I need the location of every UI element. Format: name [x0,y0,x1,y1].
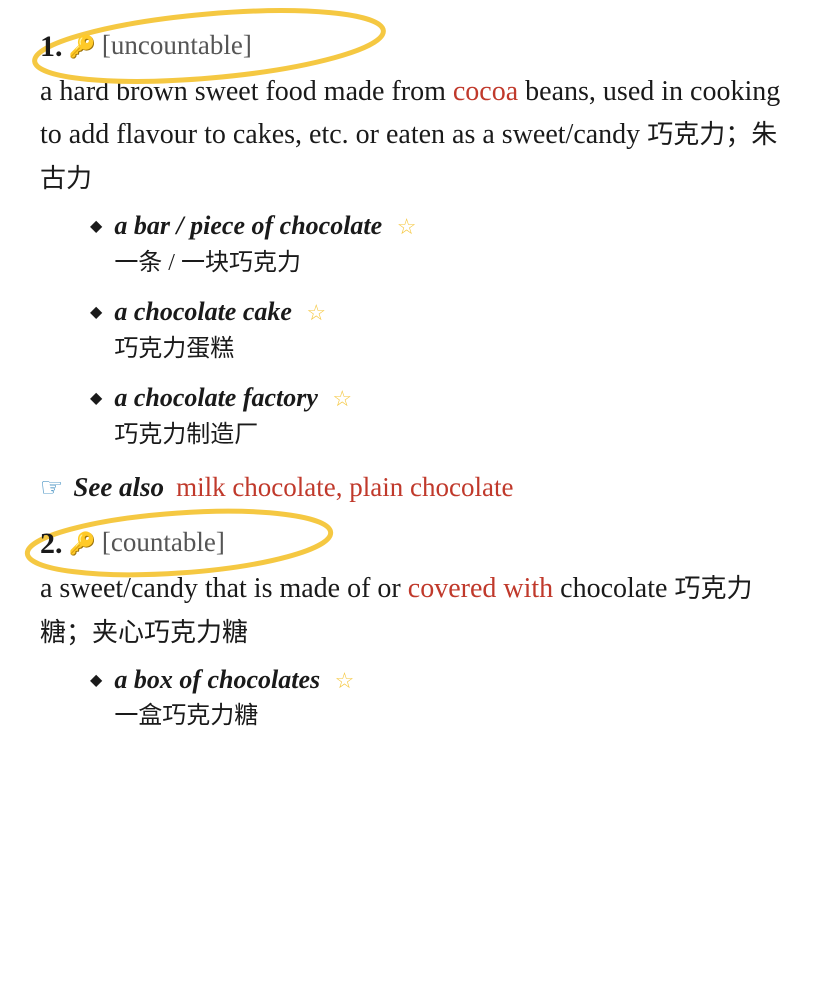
see-also-label: See also [73,472,164,503]
example-4-content: a box of chocolates ☆ 一盒巧克力糖 [114,662,354,734]
entry-2: 2. 🔑 [countable] a sweet/candy that is m… [40,527,788,734]
example-2-en: a chocolate cake ☆ [114,294,326,330]
example-3-zh: 巧克力制造厂 [114,419,352,453]
example-3-content: a chocolate factory ☆ 巧克力制造厂 [114,380,352,452]
entry-2-number: 2. [40,527,63,561]
entry-2-definition: a sweet/candy that is made of or covered… [40,567,788,654]
example-1-en: a bar / piece of chocolate ☆ [114,208,416,244]
entry-1: 1. 🔑 [uncountable] a hard brown sweet fo… [40,30,788,503]
entry-1-number: 1. [40,30,63,64]
see-also-icon: ☞ [40,473,63,503]
entry-2-examples: ◆ a box of chocolates ☆ 一盒巧克力糖 [90,662,788,734]
cocoa-link[interactable]: cocoa [453,76,518,107]
entry-2-label: [countable] [102,527,225,558]
see-also-links[interactable]: milk chocolate, plain chocolate [176,472,513,503]
key-icon-2: 🔑 [69,531,96,557]
definition-text-2b: chocolate [553,573,674,604]
example-2: ◆ a chocolate cake ☆ 巧克力蛋糕 [90,294,788,366]
example-4-zh: 一盒巧克力糖 [114,700,354,734]
entry-1-label: [uncountable] [102,30,252,61]
example-2-zh: 巧克力蛋糕 [114,333,326,367]
entry-2-header: 2. 🔑 [countable] [40,527,788,561]
key-icon-1: 🔑 [69,34,96,60]
diamond-icon-2: ◆ [90,302,102,322]
example-2-content: a chocolate cake ☆ 巧克力蛋糕 [114,294,326,366]
star-icon-4[interactable]: ☆ [335,668,355,693]
see-also-block: ☞ See also milk chocolate, plain chocola… [40,472,788,503]
star-icon-3[interactable]: ☆ [332,386,352,411]
entry-1-header: 1. 🔑 [uncountable] [40,30,788,64]
entry-1-examples: ◆ a bar / piece of chocolate ☆ 一条 / 一块巧克… [90,208,788,452]
definition-text-1a: a hard brown sweet food made from [40,76,453,107]
star-icon-2[interactable]: ☆ [306,300,326,325]
example-4-en: a box of chocolates ☆ [114,662,354,698]
diamond-icon-1: ◆ [90,216,102,236]
diamond-icon-3: ◆ [90,388,102,408]
example-1-zh: 一条 / 一块巧克力 [114,247,416,281]
example-3-en: a chocolate factory ☆ [114,380,352,416]
star-icon-1[interactable]: ☆ [397,214,417,239]
example-1-content: a bar / piece of chocolate ☆ 一条 / 一块巧克力 [114,208,416,280]
definition-text-2a: a sweet/candy that is made of or [40,573,408,604]
example-4: ◆ a box of chocolates ☆ 一盒巧克力糖 [90,662,788,734]
example-1: ◆ a bar / piece of chocolate ☆ 一条 / 一块巧克… [90,208,788,280]
example-3: ◆ a chocolate factory ☆ 巧克力制造厂 [90,380,788,452]
entry-1-definition: a hard brown sweet food made from cocoa … [40,70,788,200]
diamond-icon-4: ◆ [90,670,102,690]
covered-link[interactable]: covered with [408,573,553,604]
